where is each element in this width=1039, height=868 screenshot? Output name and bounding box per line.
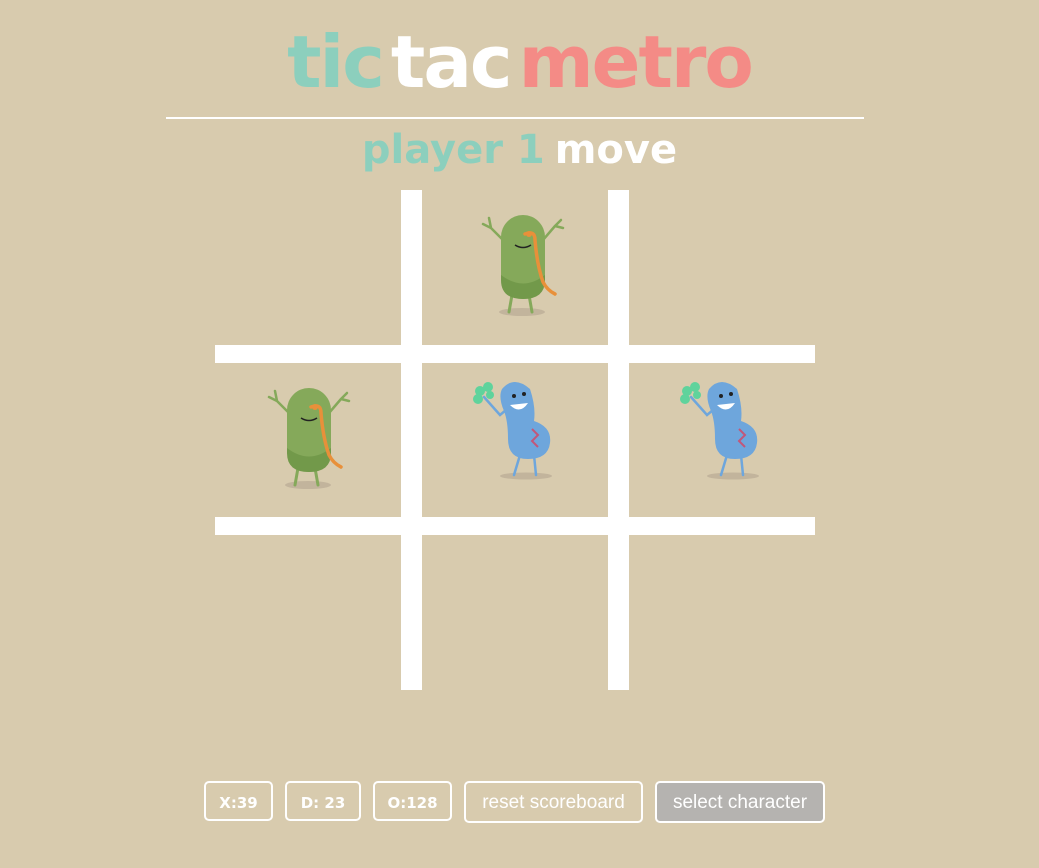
- green-bean-character: [267, 388, 351, 489]
- select-character-button[interactable]: select character: [655, 781, 825, 823]
- green-bean-character: [481, 215, 565, 316]
- board-cell-3[interactable]: [629, 190, 815, 345]
- grid-line: [608, 190, 629, 690]
- title-word-metro: metro: [518, 20, 754, 104]
- game-board: [215, 190, 815, 690]
- board-cell-6[interactable]: [629, 363, 815, 517]
- blue-bean-character: [473, 382, 552, 480]
- draw-count: D: 23: [285, 781, 361, 821]
- grid-line: [401, 190, 422, 690]
- title-divider: [166, 117, 864, 119]
- turn-status: player 1 move: [0, 122, 1039, 178]
- board-cell-7[interactable]: [215, 535, 401, 690]
- grid-line: [215, 345, 815, 363]
- board-cell-4[interactable]: [215, 363, 401, 517]
- scoreboard: X:39 D: 23 O:128 reset scoreboard select…: [0, 781, 1039, 825]
- blue-bean-character: [680, 382, 759, 480]
- title-word-tac: tac: [390, 20, 513, 104]
- grid-line: [215, 517, 815, 535]
- turn-action: move: [554, 127, 678, 173]
- board-cell-9[interactable]: [629, 535, 815, 690]
- title-word-tic: tic: [287, 20, 385, 104]
- current-player: player 1: [361, 127, 545, 173]
- board-cell-1[interactable]: [215, 190, 401, 345]
- board-cell-5[interactable]: [422, 363, 608, 517]
- board-cell-8[interactable]: [422, 535, 608, 690]
- reset-scoreboard-button[interactable]: reset scoreboard: [464, 781, 643, 823]
- x-score: X:39: [204, 781, 273, 821]
- game-title: tic tac metro: [0, 14, 1039, 110]
- o-score: O:128: [373, 781, 452, 821]
- board-cell-2[interactable]: [422, 190, 608, 345]
